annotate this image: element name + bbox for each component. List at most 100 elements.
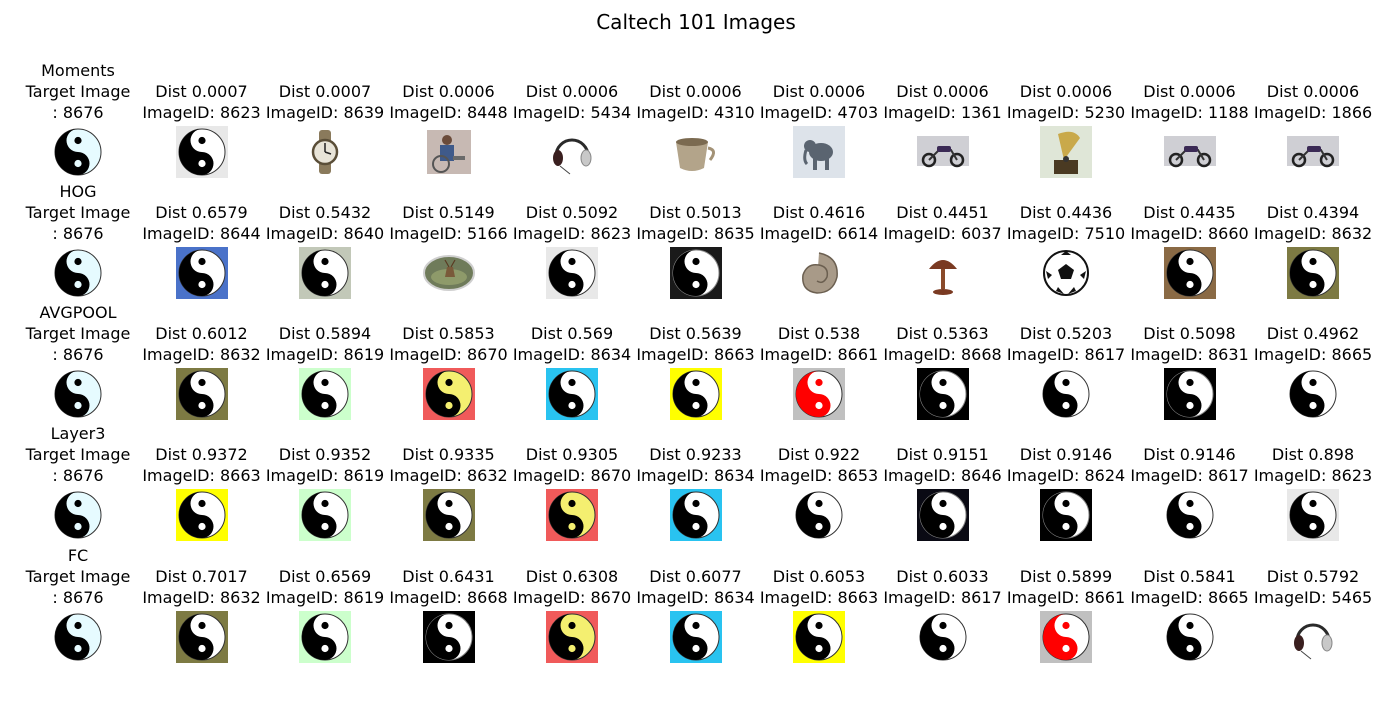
distance-label: Dist 0.9305 xyxy=(525,445,619,464)
thumbnail-image xyxy=(793,247,845,299)
thumbnail-image xyxy=(422,368,475,420)
image-id-label: ImageID: 1188 xyxy=(1130,103,1249,122)
image-id-label: ImageID: 8640 xyxy=(265,224,385,243)
motorbike-icon xyxy=(1287,126,1339,178)
thumbnail-image xyxy=(175,489,228,541)
thumbnail-image xyxy=(175,368,228,420)
yinyang-icon xyxy=(1040,611,1092,663)
distance-label: Dist 0.5894 xyxy=(278,324,372,343)
thumbnail-image xyxy=(175,611,228,663)
thumbnail-image xyxy=(916,368,969,420)
yinyang-icon xyxy=(916,611,969,663)
image-id-label: ImageID: 8632 xyxy=(142,345,261,364)
result-cell: Dist 0.5013 ImageID: 8635 xyxy=(634,181,758,302)
distance-label: Dist 0.5098 xyxy=(1143,324,1236,343)
distance-label: Dist 0.4962 xyxy=(1266,324,1360,343)
thumbnail-image xyxy=(916,489,969,541)
distance-label: Dist 0.4616 xyxy=(772,203,866,222)
result-cell: Dist 0.6053 ImageID: 8663 xyxy=(757,545,881,666)
distance-label: Dist 0.0006 xyxy=(1019,82,1113,101)
image-id-label: ImageID: 8635 xyxy=(636,224,755,243)
distance-label: Dist 0.6012 xyxy=(155,324,248,343)
image-id-label: ImageID: 8632 xyxy=(389,466,508,485)
thumbnail-image xyxy=(1287,126,1339,178)
result-cell: Dist 0.0006 ImageID: 5434 xyxy=(510,60,634,181)
thumbnail-image xyxy=(1163,489,1216,541)
headphones-icon xyxy=(1287,611,1339,663)
nautilus-icon xyxy=(793,247,845,299)
distance-label: Dist 0.538 xyxy=(777,324,861,343)
distance-label: Dist 0.4394 xyxy=(1266,203,1360,222)
result-cell: Dist 0.6308 ImageID: 8670 xyxy=(510,545,634,666)
thumbnail-image xyxy=(669,126,722,178)
result-cell: Dist 0.0006 ImageID: 1361 xyxy=(881,60,1005,181)
thumbnail-image xyxy=(793,489,845,541)
distance-label: Dist 0.6431 xyxy=(402,567,495,586)
yinyang-icon xyxy=(175,489,228,541)
target-cell: HOG Target Image: 8676 xyxy=(16,181,140,302)
result-cell: Dist 0.0006 ImageID: 5230 xyxy=(1004,60,1128,181)
image-id-label: ImageID: 4310 xyxy=(636,103,755,122)
result-cell: Dist 0.5203 ImageID: 8617 xyxy=(1004,302,1128,423)
image-id-label: ImageID: 8670 xyxy=(512,588,632,607)
result-cell: Dist 0.0007 ImageID: 8623 xyxy=(140,60,264,181)
thumbnail-image xyxy=(299,368,351,420)
image-id-label: ImageID: 8663 xyxy=(759,588,879,607)
yinyang-icon xyxy=(793,489,845,541)
thumbnail-image xyxy=(1040,489,1092,541)
thumbnail-image xyxy=(916,247,969,299)
yinyang-icon xyxy=(299,368,351,420)
result-cell: Dist 0.5432 ImageID: 8640 xyxy=(263,181,387,302)
image-id-label: ImageID: 8653 xyxy=(759,466,879,485)
yinyang-icon xyxy=(52,247,104,299)
image-id-label: ImageID: 8665 xyxy=(1253,345,1373,364)
distance-label: Dist 0.5363 xyxy=(896,324,989,343)
yinyang-icon xyxy=(1287,489,1339,541)
distance-label: Dist 0.5203 xyxy=(1019,324,1113,343)
yinyang-icon xyxy=(422,611,475,663)
distance-label: Dist 0.5792 xyxy=(1266,567,1360,586)
wristwatch-icon xyxy=(299,126,351,178)
image-id-label: ImageID: 8665 xyxy=(1130,588,1249,607)
method-label: Moments xyxy=(41,61,115,80)
thumbnail-image xyxy=(1287,489,1339,541)
image-id-label: ImageID: 1866 xyxy=(1253,103,1373,122)
thumbnail-image xyxy=(669,368,722,420)
thumbnail-image xyxy=(1163,368,1216,420)
image-id-label: ImageID: 8634 xyxy=(512,345,632,364)
result-cell: Dist 0.6012 ImageID: 8632 xyxy=(140,302,264,423)
yinyang-icon xyxy=(1163,368,1216,420)
distance-label: Dist 0.5853 xyxy=(402,324,495,343)
yinyang-icon xyxy=(1287,368,1339,420)
result-cell: Dist 0.922 ImageID: 8653 xyxy=(757,423,881,544)
distance-label: Dist 0.9352 xyxy=(278,445,372,464)
result-cell: Dist 0.0006 ImageID: 4310 xyxy=(634,60,758,181)
thumbnail-image xyxy=(52,247,104,299)
distance-label: Dist 0.898 xyxy=(1271,445,1355,464)
headphones-icon xyxy=(546,126,598,178)
image-id-label: ImageID: 1361 xyxy=(883,103,1002,122)
result-cell: Dist 0.5092 ImageID: 8623 xyxy=(510,181,634,302)
lamp-icon xyxy=(916,247,969,299)
thumbnail-image xyxy=(669,247,722,299)
distance-label: Dist 0.9146 xyxy=(1143,445,1236,464)
yinyang-icon xyxy=(52,611,104,663)
thumbnail-image xyxy=(1163,611,1216,663)
result-cell: Dist 0.569 ImageID: 8634 xyxy=(510,302,634,423)
target-label: Target Image xyxy=(25,203,131,222)
image-id-label: ImageID: 8623 xyxy=(142,103,261,122)
yinyang-icon xyxy=(669,489,722,541)
image-id-label: ImageID: 8623 xyxy=(512,224,632,243)
image-id-label: ImageID: 8619 xyxy=(265,466,385,485)
thumbnail-image xyxy=(1040,126,1092,178)
image-id-label: ImageID: 4703 xyxy=(759,103,879,122)
distance-label: Dist 0.0007 xyxy=(155,82,248,101)
result-cell: Dist 0.9335 ImageID: 8632 xyxy=(387,423,511,544)
motorbike-icon xyxy=(1163,126,1216,178)
yinyang-icon xyxy=(1287,247,1339,299)
thumbnail-image xyxy=(175,247,228,299)
thumbnail-image xyxy=(1287,247,1339,299)
thumbnail-image xyxy=(1287,368,1339,420)
distance-label: Dist 0.0006 xyxy=(649,82,742,101)
yinyang-icon xyxy=(299,247,351,299)
